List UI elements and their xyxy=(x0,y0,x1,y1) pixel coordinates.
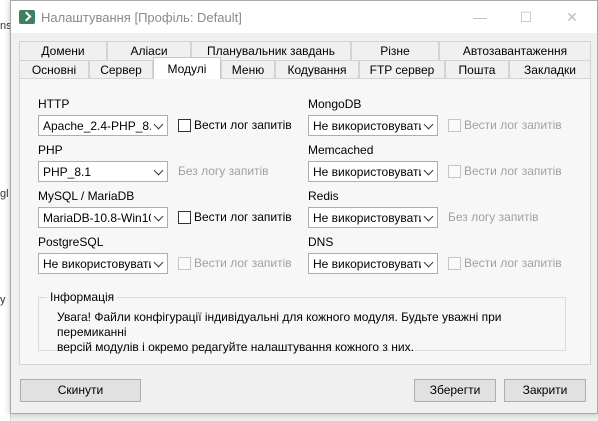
chevron-down-icon xyxy=(423,119,434,130)
http-select-value: Apache_2.4-PHP_8.0- xyxy=(43,119,151,133)
mysql-log-checkbox[interactable] xyxy=(178,211,191,224)
reset-button[interactable]: Скинути xyxy=(20,379,141,402)
redis-label: Redis xyxy=(308,189,339,203)
mysql-select[interactable]: MariaDB-10.8-Win10 xyxy=(38,207,168,228)
tab-bookmarks[interactable]: Закладки xyxy=(509,60,591,79)
info-title: Інформація xyxy=(47,290,118,304)
php-select[interactable]: PHP_8.1 xyxy=(38,161,168,182)
info-line-1: Увага! Файли конфігурації індивідуальні … xyxy=(57,310,502,339)
dns-log-checkbox xyxy=(448,257,461,270)
tab-encoding[interactable]: Кодування xyxy=(275,60,359,79)
http-log-checkbox[interactable] xyxy=(178,119,191,132)
chevron-down-icon xyxy=(423,165,434,176)
tabs-row-2: Основні Сервер Модулі Меню Кодування FTP… xyxy=(11,57,597,79)
dns-select[interactable]: Не використовувати xyxy=(308,253,438,274)
maximize-button[interactable]: ☐ xyxy=(503,1,549,33)
postgresql-log-label: Вести лог запитів xyxy=(194,256,292,270)
info-text: Увага! Файли конфігурації індивідуальні … xyxy=(57,310,547,355)
info-groupbox: Інформація Увага! Файли конфігурації інд… xyxy=(38,290,566,354)
tab-server[interactable]: Сервер xyxy=(89,60,153,79)
mysql-label: MySQL / MariaDB xyxy=(38,189,135,203)
memcached-log-label: Вести лог запитів xyxy=(464,164,562,178)
mongodb-log-checkbox xyxy=(448,119,461,132)
settings-dialog: Налаштування [Профіль: Default] — ☐ ✕ До… xyxy=(10,0,598,414)
http-label: HTTP xyxy=(38,97,70,111)
memcached-log-checkbox xyxy=(448,165,461,178)
tab-domains[interactable]: Домени xyxy=(19,41,107,60)
close-button[interactable]: Закрити xyxy=(504,379,586,402)
save-button[interactable]: Зберегти xyxy=(414,379,496,402)
tab-autostart[interactable]: Автозавантаження xyxy=(439,41,591,60)
postgresql-label: PostgreSQL xyxy=(38,235,104,249)
title-bar[interactable]: Налаштування [Профіль: Default] — ☐ ✕ xyxy=(11,1,597,33)
mongodb-select[interactable]: Не використовувати xyxy=(308,115,438,136)
tab-modules[interactable]: Модулі xyxy=(153,57,221,79)
tab-menu[interactable]: Меню xyxy=(221,60,275,79)
redis-no-log-text: Без логу запитів xyxy=(448,210,539,224)
background-text-fragment: gl xyxy=(0,188,9,200)
terminal-app-icon xyxy=(19,10,35,24)
chevron-down-icon xyxy=(153,257,164,268)
tab-mail[interactable]: Пошта xyxy=(445,60,509,79)
mysql-log-label: Вести лог запитів xyxy=(194,210,292,224)
memcached-select-value: Не використовувати xyxy=(313,165,421,179)
window-title: Налаштування [Профіль: Default] xyxy=(41,10,242,25)
postgresql-log-checkbox xyxy=(178,257,191,270)
php-select-value: PHP_8.1 xyxy=(43,165,92,179)
dns-log-label: Вести лог запитів xyxy=(464,256,562,270)
mongodb-log-label: Вести лог запитів xyxy=(464,118,562,132)
mongodb-select-value: Не використовувати xyxy=(313,119,421,133)
mysql-select-value: MariaDB-10.8-Win10 xyxy=(43,211,151,225)
redis-select-value: Не використовувати xyxy=(313,211,421,225)
memcached-label: Memcached xyxy=(308,143,374,157)
php-label: PHP xyxy=(38,143,63,157)
dns-select-value: Не використовувати xyxy=(313,257,421,271)
tabs-row-1: Домени Аліаси Планувальник завдань Різне… xyxy=(11,41,597,60)
background-text-fragment: y xyxy=(0,294,6,306)
chevron-down-icon xyxy=(153,119,164,130)
chevron-down-icon xyxy=(423,211,434,222)
http-select[interactable]: Apache_2.4-PHP_8.0- xyxy=(38,115,168,136)
dns-label: DNS xyxy=(308,235,334,249)
postgresql-select-value: Не використовувати xyxy=(43,257,151,271)
chevron-down-icon xyxy=(153,165,164,176)
postgresql-select[interactable]: Не використовувати xyxy=(38,253,168,274)
chevron-down-icon xyxy=(423,257,434,268)
tab-misc[interactable]: Різне xyxy=(351,41,439,60)
redis-select[interactable]: Не використовувати xyxy=(308,207,438,228)
modules-panel: HTTP Apache_2.4-PHP_8.0- Вести лог запит… xyxy=(19,78,591,365)
tab-ftp-server[interactable]: FTP сервер xyxy=(359,60,445,79)
close-window-button[interactable]: ✕ xyxy=(549,1,595,33)
memcached-select[interactable]: Не використовувати xyxy=(308,161,438,182)
tab-general[interactable]: Основні xyxy=(19,60,89,79)
minimize-button[interactable]: — xyxy=(457,1,503,33)
http-log-label: Вести лог запитів xyxy=(194,118,292,132)
info-line-2: версій модулів і окремо редагуйте налашт… xyxy=(57,340,414,354)
chevron-down-icon xyxy=(153,211,164,222)
php-no-log-text: Без логу запитів xyxy=(178,164,269,178)
mongodb-label: MongoDB xyxy=(308,97,362,111)
